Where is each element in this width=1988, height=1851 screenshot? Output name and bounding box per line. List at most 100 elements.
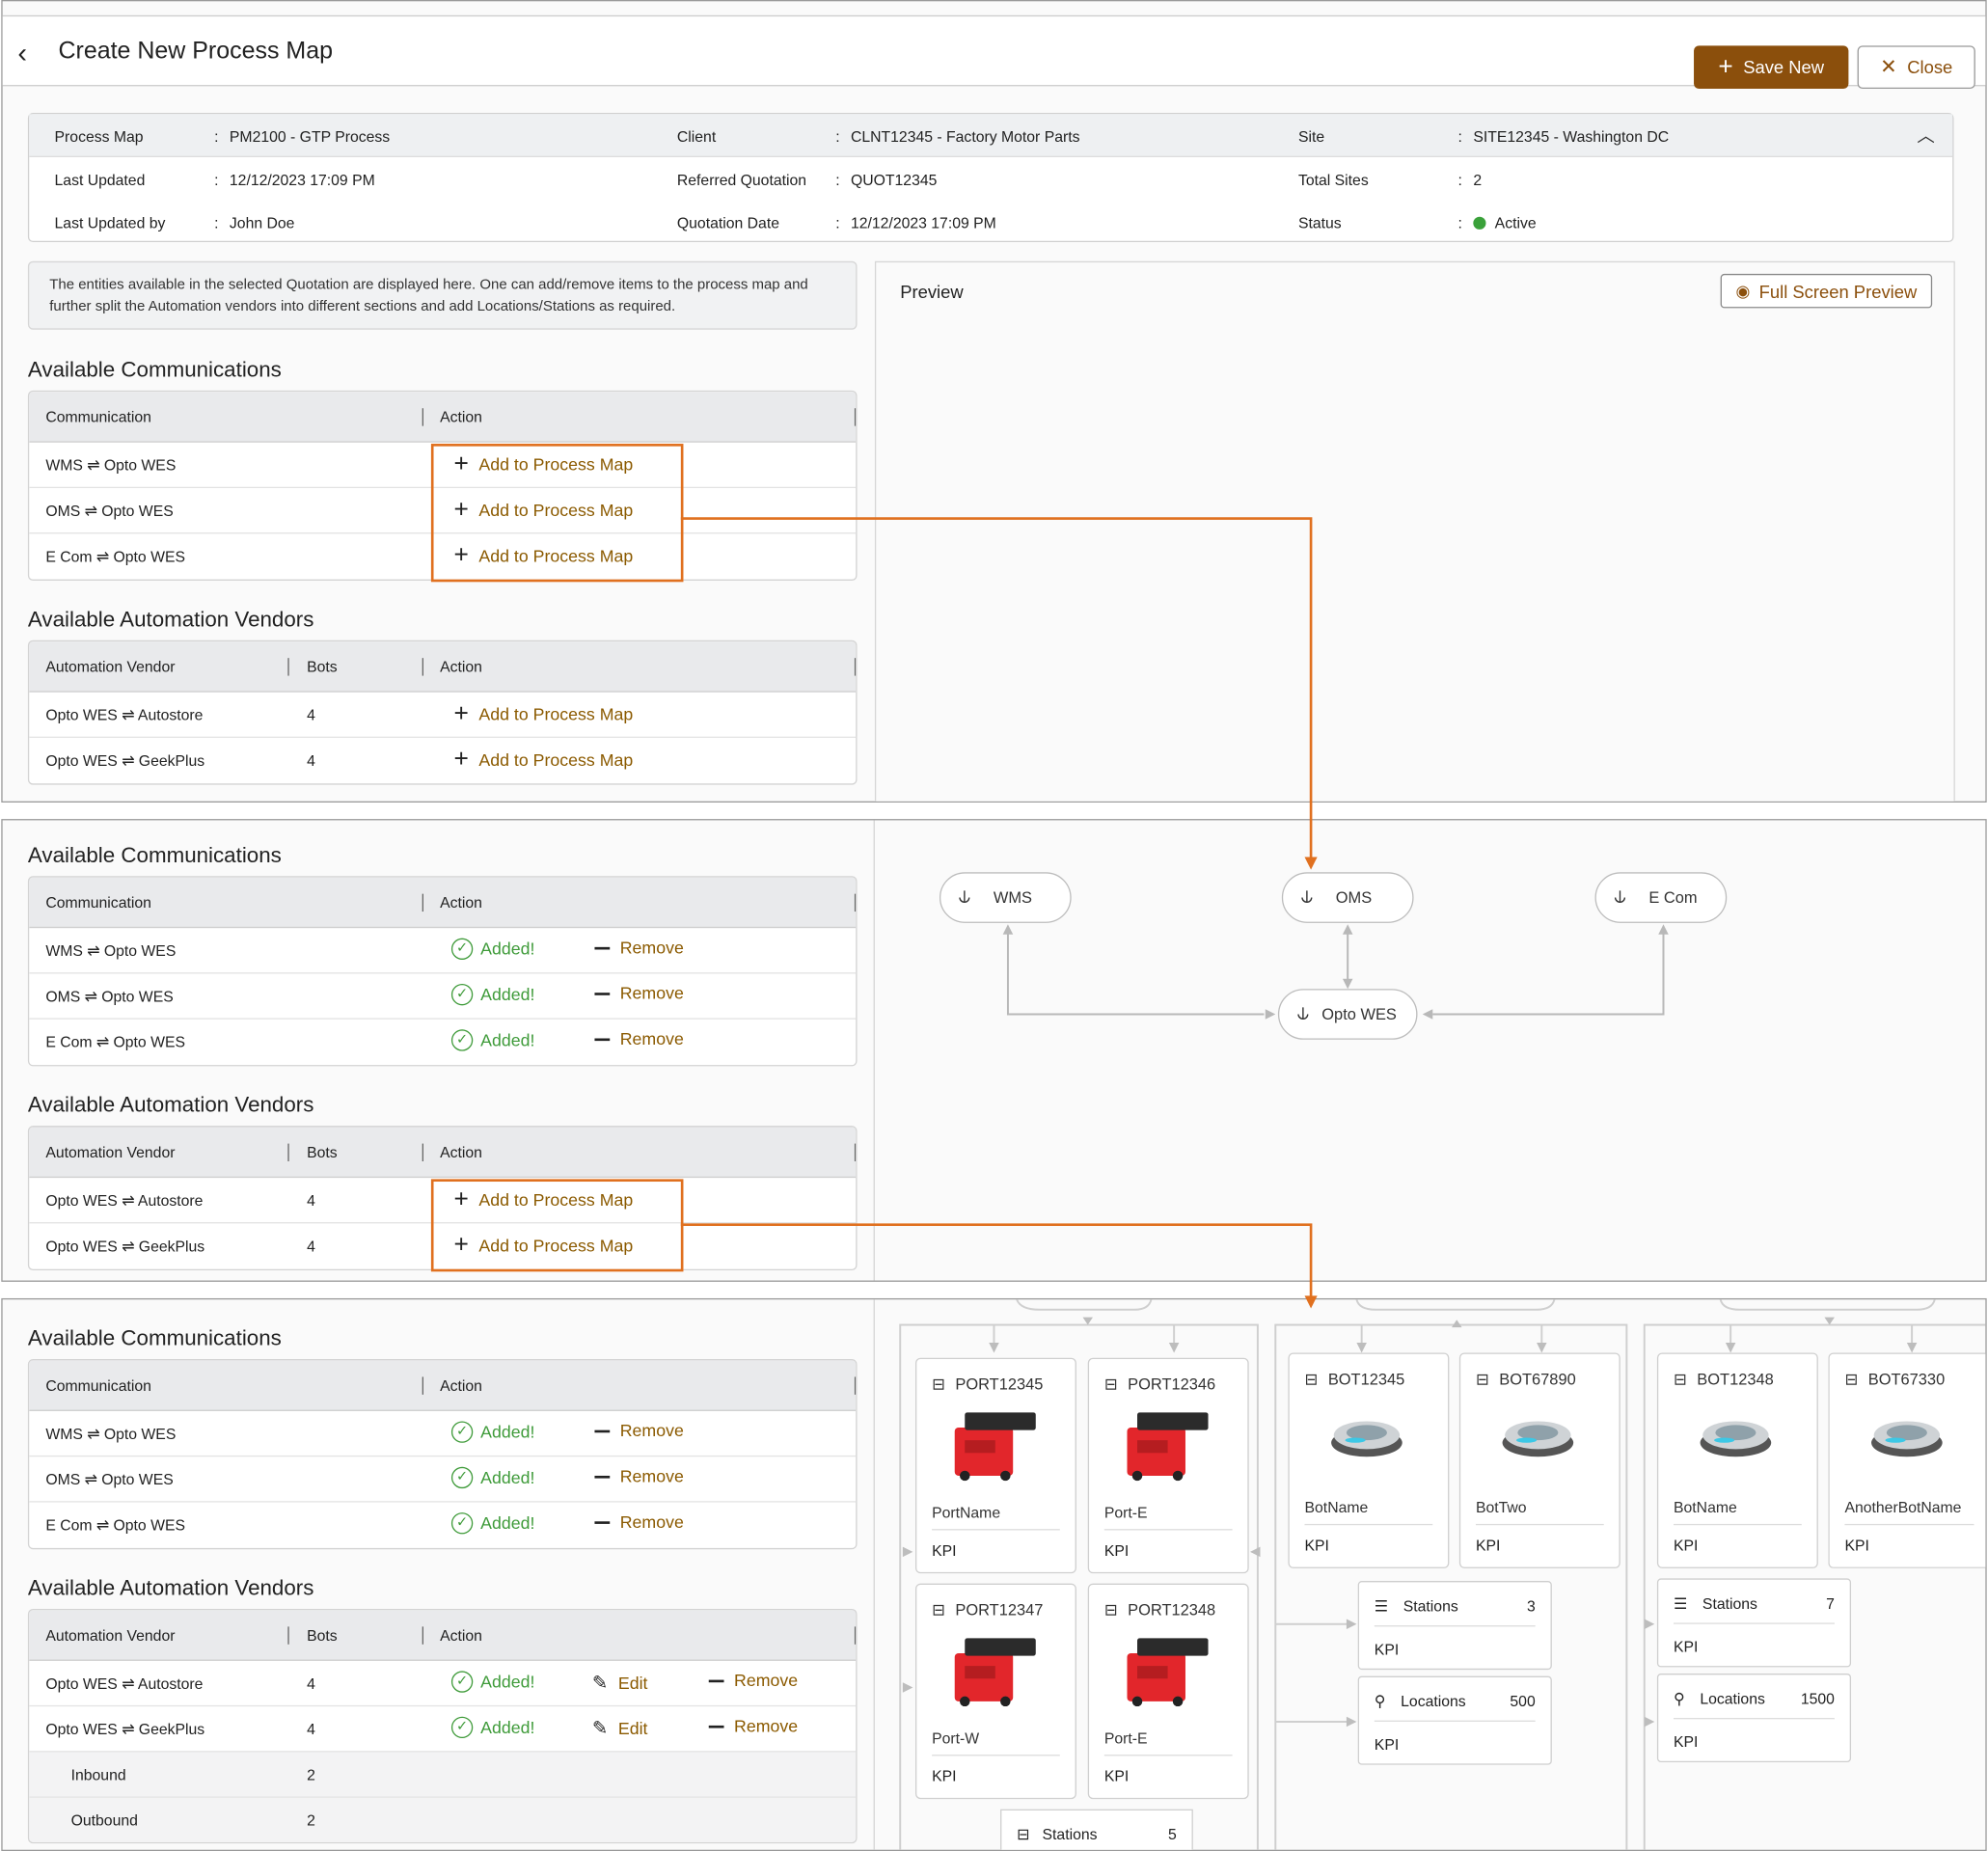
stations-row: ☰ Stations 3 — [1374, 1597, 1536, 1627]
arrowhead — [1346, 1716, 1357, 1728]
vendors-table: Automation Vendor Bots Action Opto WES ⇌… — [27, 1608, 858, 1844]
port-card[interactable]: ⊟ PORT12347 Port-W KPI — [914, 1583, 1076, 1800]
minus-icon — [594, 1520, 611, 1524]
stations-card[interactable]: ☰ Stations 3 KPI — [1357, 1581, 1552, 1671]
stations-card[interactable]: ☰ Stations 7 KPI — [1656, 1578, 1852, 1668]
port-icon: ⊟ — [1103, 1601, 1118, 1620]
arrowhead — [1346, 1619, 1357, 1630]
port-card[interactable]: ⊟ PORT12345 PortName KPI — [914, 1357, 1076, 1574]
bot-image — [1331, 1421, 1402, 1457]
section-title-communications: Available Communications — [27, 357, 282, 382]
minus-icon — [594, 1037, 611, 1041]
bots-count: 4 — [307, 1237, 315, 1256]
remove-link[interactable]: Remove — [594, 1421, 684, 1440]
table-header: Automation Vendor Bots Action — [29, 641, 857, 693]
node-opto-wes[interactable]: ⫝ Opto WES — [1277, 989, 1418, 1040]
card-name: Port-E — [1103, 1504, 1233, 1531]
highlight-box — [430, 1179, 684, 1272]
card-kpi: KPI — [932, 1767, 957, 1785]
add-to-process-map-link[interactable]: + Add to Process Map — [454, 701, 634, 726]
arrowhead — [1002, 924, 1014, 935]
panel-communications-added: Available Communications Communication A… — [1, 819, 1987, 1282]
locations-card[interactable]: ⚲ Locations 1500 KPI — [1656, 1674, 1852, 1763]
plus-icon: + — [1718, 53, 1733, 82]
card-name: Port-W — [932, 1729, 1060, 1756]
remove-link[interactable]: Remove — [594, 1467, 684, 1485]
node-wms[interactable]: ⫝ WMS — [939, 872, 1072, 923]
table-row: OMS ⇌ Opto WES ✓ Added! Remove — [29, 973, 857, 1020]
locations-row: ⚲ Locations 500 — [1374, 1693, 1536, 1722]
section-title-communications: Available Communications — [27, 843, 282, 868]
close-button[interactable]: ✕ Close — [1857, 45, 1975, 90]
column-separator — [422, 893, 424, 912]
stations-card[interactable]: ⊟ Stations 5 — [1000, 1809, 1193, 1850]
edit-link[interactable]: ✎ Edit — [591, 1717, 648, 1740]
column-header-communication: Communication — [45, 1376, 151, 1395]
remove-link[interactable]: Remove — [708, 1671, 798, 1690]
bot-card[interactable]: ⊟ BOT67330 AnotherBotName KPI — [1828, 1352, 1986, 1568]
added-status: ✓ Added! — [450, 1716, 534, 1739]
check-circle-icon: ✓ — [450, 938, 474, 961]
column-separator — [422, 408, 424, 426]
bot-image — [1700, 1421, 1772, 1457]
port-image — [954, 1638, 1036, 1707]
card-kpi: KPI — [1844, 1537, 1869, 1555]
card-title: ⊟ BOT12348 — [1674, 1370, 1774, 1389]
locations-card[interactable]: ⚲ Locations 500 KPI — [1357, 1675, 1552, 1765]
label-site: Site — [1297, 127, 1325, 147]
label-status: Status — [1297, 214, 1342, 232]
add-to-process-map-link[interactable]: + Add to Process Map — [454, 747, 634, 772]
arrowhead — [1422, 1009, 1433, 1020]
table-header: Communication Action — [29, 392, 857, 443]
label-last-updated-by: Last Updated by — [54, 214, 166, 232]
minus-icon — [594, 1475, 611, 1478]
bot-card[interactable]: ⊟ BOT67890 BotTwo KPI — [1458, 1352, 1620, 1568]
location-count: 1500 — [1800, 1690, 1835, 1708]
section-title-vendors: Available Automation Vendors — [27, 607, 314, 632]
node-oms[interactable]: ⫝ OMS — [1281, 872, 1414, 923]
station-icon: ☰ — [1374, 1597, 1388, 1616]
connector — [1016, 1299, 1153, 1311]
connector-wms — [1006, 929, 1265, 1016]
arrowhead — [1725, 1342, 1736, 1353]
section-title-communications: Available Communications — [27, 1325, 282, 1350]
bots-count: 4 — [307, 706, 315, 724]
station-count: 7 — [1826, 1594, 1835, 1613]
info-notice: The entities available in the selected Q… — [27, 260, 858, 330]
card-name: BotTwo — [1475, 1499, 1604, 1526]
port-card[interactable]: ⊟ PORT12346 Port-E KPI — [1087, 1357, 1249, 1574]
arrowhead — [1537, 1342, 1547, 1353]
save-new-button[interactable]: + Save New — [1694, 45, 1849, 90]
node-ecom[interactable]: ⫝ E Com — [1594, 872, 1728, 923]
remove-link[interactable]: Remove — [594, 984, 684, 1003]
table-row: OMS ⇌ Opto WES ✓ Added! Remove — [29, 1456, 857, 1503]
communication-name: OMS ⇌ Opto WES — [45, 502, 174, 520]
column-header-vendor: Automation Vendor — [45, 1626, 176, 1645]
pencil-icon: ✎ — [591, 1718, 609, 1740]
remove-link[interactable]: Remove — [708, 1717, 798, 1735]
panel-initial: ‹ Create New Process Map + Save New ✕ Clos… — [1, 0, 1987, 803]
card-kpi: KPI — [1674, 1638, 1699, 1656]
chevron-up-icon[interactable]: ︿ — [1917, 122, 1934, 148]
column-separator — [422, 1376, 424, 1395]
card-title: ⊟ BOT67330 — [1844, 1370, 1946, 1389]
bot-card[interactable]: ⊟ BOT12345 BotName KPI — [1288, 1352, 1450, 1568]
full-screen-preview-button[interactable]: ◉ Full Screen Preview — [1720, 273, 1933, 309]
value-client: CLNT12345 - Factory Motor Parts — [850, 127, 1080, 147]
back-arrow-icon[interactable]: ‹ — [17, 37, 27, 69]
minus-icon — [708, 1725, 724, 1728]
colon: : — [1457, 214, 1462, 232]
card-name: BotName — [1674, 1499, 1802, 1526]
bot-card[interactable]: ⊟ BOT12348 BotName KPI — [1656, 1352, 1818, 1568]
port-card[interactable]: ⊟ PORT12348 Port-E KPI — [1087, 1583, 1249, 1800]
minus-icon — [594, 992, 611, 995]
remove-link[interactable]: Remove — [594, 1512, 684, 1532]
column-header-action: Action — [440, 658, 482, 676]
remove-link[interactable]: Remove — [594, 1029, 684, 1048]
vendor-name: Opto WES ⇌ Autostore — [45, 706, 204, 724]
plug-icon: ⫝ — [1296, 1002, 1310, 1025]
value-site: SITE12345 - Washington DC — [1473, 127, 1670, 147]
edit-link[interactable]: ✎ Edit — [592, 1671, 648, 1694]
remove-link[interactable]: Remove — [594, 939, 684, 957]
check-circle-icon: ✓ — [450, 1421, 474, 1443]
